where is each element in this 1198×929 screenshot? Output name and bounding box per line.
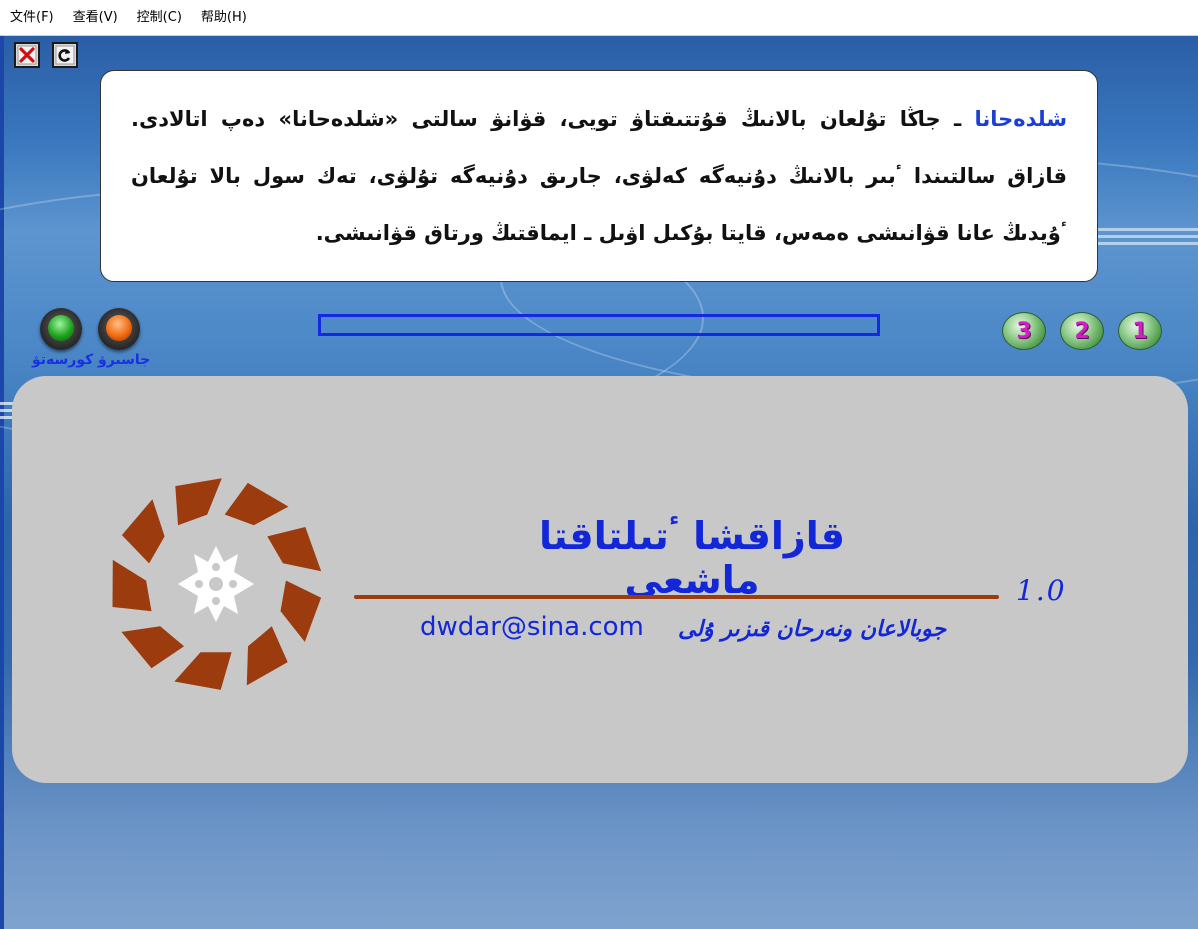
hide-button-label: جاسىرۋ [98,352,151,368]
logo-segment [121,626,185,669]
show-button[interactable] [40,308,82,350]
green-light-icon [48,315,74,341]
refresh-icon [55,45,75,65]
menu-control[interactable]: 控制(C) [127,7,191,29]
app-title: قازاقشا ٴتىلتاقتا ماشعى [539,514,845,602]
menu-file[interactable]: 文件(F) [0,7,63,29]
highlighted-word: شلدەحانا [974,107,1067,131]
progress-bar [318,314,880,336]
page-button-2[interactable]: 2 [1060,312,1104,350]
page-button-1[interactable]: 1 [1118,312,1162,350]
text-body: ـ جاڭا تۇلعان بالانىڭ قۇتتىقتاۋ تويى، قۋ… [131,107,1067,245]
decorative-lines [1088,228,1198,249]
orange-light-icon [106,315,132,341]
hide-button[interactable] [98,308,140,350]
show-button-label: كورسەتۋ [32,352,94,368]
author-name: جوبالاعان ونەرحان قىزىر ۇلى [678,616,947,642]
title-divider [354,595,999,599]
logo-icon [112,478,322,690]
refresh-button[interactable] [52,42,78,68]
text-display: شلدەحانا ـ جاڭا تۇلعان بالانىڭ قۇتتىقتاۋ… [100,70,1098,282]
version-number: 1.0 [1016,574,1067,607]
page-button-3[interactable]: 3 [1002,312,1046,350]
menu-view[interactable]: 查看(V) [63,7,127,29]
logo-segment [246,626,288,686]
logo-segment [174,652,232,690]
logo-segment [175,478,222,526]
close-icon [17,45,37,65]
app-canvas: شلدەحانا ـ جاڭا تۇلعان بالانىڭ قۇتتىقتاۋ… [0,36,1198,929]
logo-segment [224,482,289,526]
logo-segment [121,499,165,564]
author-email: dwdar@sina.com [420,612,644,642]
menu-bar: 文件(F) 查看(V) 控制(C) 帮助(H) [0,0,1198,36]
logo-segment [280,580,322,642]
logo-segment [267,527,322,572]
splash-panel: قازاقشا ٴتىلتاقتا ماشعى 1.0 dwdar@sina.c… [12,376,1188,783]
logo-segment [112,559,152,612]
close-button[interactable] [14,42,40,68]
menu-help[interactable]: 帮助(H) [191,7,256,29]
